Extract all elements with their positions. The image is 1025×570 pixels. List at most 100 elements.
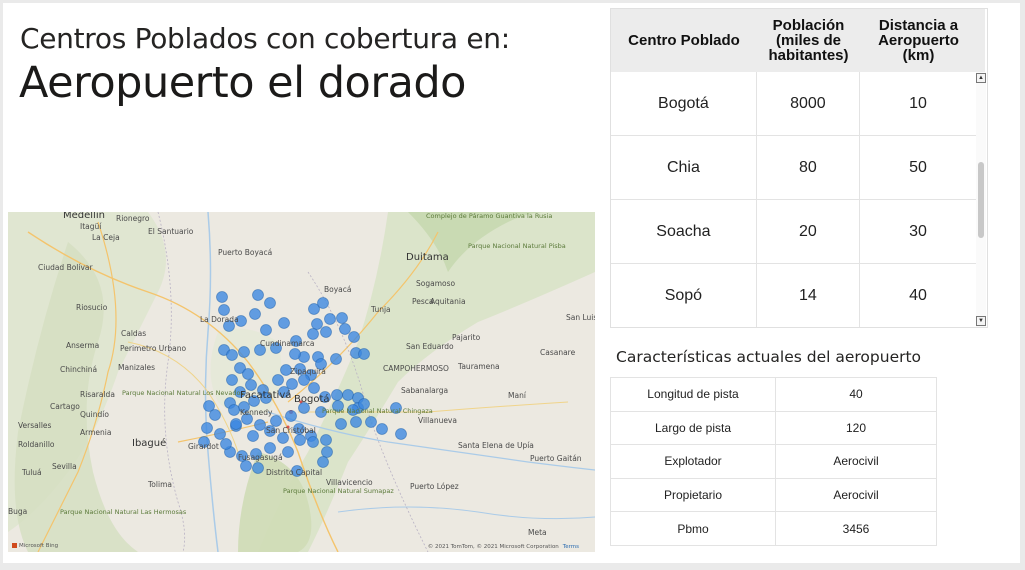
map-marker[interactable] [214, 428, 226, 440]
map-label: Girardot [188, 442, 219, 451]
map-marker[interactable] [230, 418, 242, 430]
map-marker[interactable] [335, 418, 347, 430]
map-marker[interactable] [350, 416, 362, 428]
map-label: Fusagasugá [238, 453, 283, 462]
map-marker[interactable] [311, 318, 323, 330]
terms-link[interactable]: Terms [563, 544, 579, 550]
column-header-centro-poblado[interactable]: Centro Poblado [611, 9, 757, 72]
map-label: Maní [508, 391, 526, 400]
map-marker[interactable] [216, 291, 228, 303]
map-marker[interactable] [285, 410, 297, 422]
map-marker[interactable] [321, 446, 333, 458]
table-row: Pbmo 3456 [611, 512, 936, 545]
map-marker[interactable] [278, 317, 290, 329]
map-label: Parque Nacional Natural Los Nevados [122, 389, 244, 397]
scroll-down-icon[interactable]: ▼ [976, 316, 986, 326]
table-scrollbar[interactable]: ▲ ▼ [976, 72, 986, 327]
map-canvas[interactable] [8, 212, 595, 552]
map-marker[interactable] [226, 349, 238, 361]
map-marker[interactable] [358, 348, 370, 360]
table-cell: Bogotá [611, 72, 757, 135]
map-label: Sabanalarga [401, 386, 449, 395]
map-marker[interactable] [286, 378, 298, 390]
scroll-up-icon[interactable]: ▲ [976, 73, 986, 83]
map-marker[interactable] [254, 419, 266, 431]
map-marker[interactable] [294, 434, 306, 446]
map-marker[interactable] [238, 346, 250, 358]
map-label: San Cristóbal [266, 426, 316, 435]
map-marker[interactable] [264, 442, 276, 454]
bing-logo: Microsoft Bing [12, 543, 58, 549]
map-marker[interactable] [298, 374, 310, 386]
map-marker[interactable] [201, 422, 213, 434]
map-marker[interactable] [395, 428, 407, 440]
map-label: Armenia [80, 428, 112, 437]
map-marker[interactable] [331, 389, 343, 401]
scroll-thumb[interactable] [978, 162, 984, 238]
map-label: Casanare [540, 348, 576, 357]
map-label: San Eduardo [406, 342, 454, 351]
map-label: Rionegro [116, 214, 150, 223]
map-label: Puerto Gaitán [530, 454, 582, 463]
map-marker[interactable] [336, 312, 348, 324]
coverage-map[interactable]: Medellín Rionegro Itagüí El Santuario La Cej… [8, 212, 595, 552]
column-header-poblacion[interactable]: Población (miles de habitantes) [757, 9, 860, 72]
map-marker[interactable] [308, 382, 320, 394]
table-cell: Propietario [611, 478, 776, 512]
population-table: Centro Poblado Población (miles de habit… [610, 8, 988, 328]
map-marker[interactable] [249, 308, 261, 320]
map-marker[interactable] [245, 379, 257, 391]
table-row: Largo de pista 120 [611, 411, 936, 446]
map-marker[interactable] [226, 374, 238, 386]
map-marker[interactable] [330, 353, 342, 365]
map-label: Manizales [118, 363, 156, 372]
map-marker[interactable] [317, 297, 329, 309]
map-label: Tolima [148, 480, 172, 489]
column-header-distancia[interactable]: Distancia a Aeropuerto (km) [860, 9, 977, 72]
map-marker[interactable] [247, 430, 259, 442]
map-label: Cartago [50, 402, 80, 411]
map-marker[interactable] [324, 313, 336, 325]
map-marker[interactable] [342, 389, 354, 401]
map-marker[interactable] [289, 348, 301, 360]
map-marker[interactable] [348, 331, 360, 343]
map-marker[interactable] [252, 289, 264, 301]
map-label: Meta [528, 528, 547, 537]
table-cell: Explotador [611, 445, 776, 478]
map-marker[interactable] [307, 436, 319, 448]
map-marker[interactable] [376, 423, 388, 435]
table-cell: 50 [909, 158, 927, 176]
map-label: Boyacá [324, 285, 352, 294]
map-marker[interactable] [270, 415, 282, 427]
map-label: Anserma [66, 341, 100, 350]
map-marker[interactable] [264, 297, 276, 309]
map-marker[interactable] [272, 374, 284, 386]
map-marker[interactable] [218, 304, 230, 316]
map-marker[interactable] [282, 446, 294, 458]
map-label: Medellín [63, 212, 105, 221]
map-marker[interactable] [317, 456, 329, 468]
map-marker[interactable] [242, 368, 254, 380]
map-marker[interactable] [252, 462, 264, 474]
map-label: Versalles [18, 421, 52, 430]
map-label: Itagüí [80, 222, 102, 231]
map-marker[interactable] [260, 324, 272, 336]
map-marker[interactable] [209, 409, 221, 421]
map-marker[interactable] [240, 460, 252, 472]
table-cell: 120 [845, 420, 867, 435]
map-marker[interactable] [228, 404, 240, 416]
map-marker[interactable] [339, 323, 351, 335]
map-label: Sogamoso [416, 279, 456, 288]
map-marker[interactable] [320, 434, 332, 446]
table-row: Propietario Aerocivil [611, 478, 936, 513]
table-cell: 20 [757, 200, 860, 263]
map-marker[interactable] [307, 328, 319, 340]
map-marker[interactable] [220, 438, 232, 450]
map-label: Riosucio [76, 303, 108, 312]
map-marker[interactable] [365, 416, 377, 428]
table-cell: Aerocivil [833, 488, 879, 503]
map-label: Caldas [121, 329, 147, 338]
map-marker[interactable] [320, 326, 332, 338]
page-title: Aeropuerto el dorado [19, 58, 466, 108]
table-cell: 3456 [842, 521, 870, 536]
